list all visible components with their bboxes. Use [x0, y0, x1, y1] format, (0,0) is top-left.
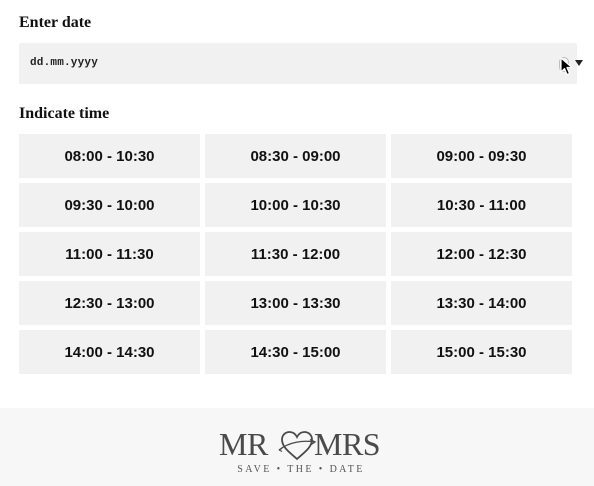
mr-mrs-logo: MR MRS SAVE • THE • DATE: [219, 426, 381, 476]
indicate-time-label: Indicate time: [19, 105, 110, 122]
logo-wordmark: MR MRS: [219, 426, 381, 462]
logo-tagline: SAVE • THE • DATE: [237, 464, 365, 475]
time-slot-button[interactable]: 10:30 - 11:00: [391, 183, 572, 227]
time-slot-button[interactable]: 10:00 - 10:30: [205, 183, 386, 227]
date-input-value: dd.mm.yyyy: [30, 57, 99, 69]
time-slot-button[interactable]: 11:30 - 12:00: [205, 232, 386, 276]
enter-date-label: Enter date: [19, 14, 92, 31]
logo-text-mrs: MRS: [314, 426, 381, 462]
dropdown-arrow-icon[interactable]: [575, 60, 583, 66]
time-slot-button[interactable]: 08:00 - 10:30: [19, 134, 200, 178]
date-input[interactable]: dd.mm.yyyy: [19, 43, 583, 84]
time-slot-button[interactable]: 12:30 - 13:00: [19, 281, 200, 325]
footer: MR MRS SAVE • THE • DATE: [0, 408, 594, 486]
time-slot-button[interactable]: 11:00 - 11:30: [19, 232, 200, 276]
time-slot-grid: 08:00 - 10:30 08:30 - 09:00 09:00 - 09:3…: [19, 134, 572, 374]
time-slot-button[interactable]: 14:30 - 15:00: [205, 330, 386, 374]
mouse-cursor-icon: [560, 57, 573, 76]
time-slot-button[interactable]: 13:30 - 14:00: [391, 281, 572, 325]
logo-text-mr: MR: [219, 426, 268, 462]
heart-icon: [278, 431, 317, 461]
time-slot-button[interactable]: 13:00 - 13:30: [205, 281, 386, 325]
time-slot-button[interactable]: 15:00 - 15:30: [391, 330, 572, 374]
time-slot-button[interactable]: 09:00 - 09:30: [391, 134, 572, 178]
time-slot-button[interactable]: 14:00 - 14:30: [19, 330, 200, 374]
page: Enter date dd.mm.yyyy Indicate time 08:0…: [0, 0, 594, 486]
time-slot-button[interactable]: 12:00 - 12:30: [391, 232, 572, 276]
time-slot-button[interactable]: 09:30 - 10:00: [19, 183, 200, 227]
time-slot-button[interactable]: 08:30 - 09:00: [205, 134, 386, 178]
